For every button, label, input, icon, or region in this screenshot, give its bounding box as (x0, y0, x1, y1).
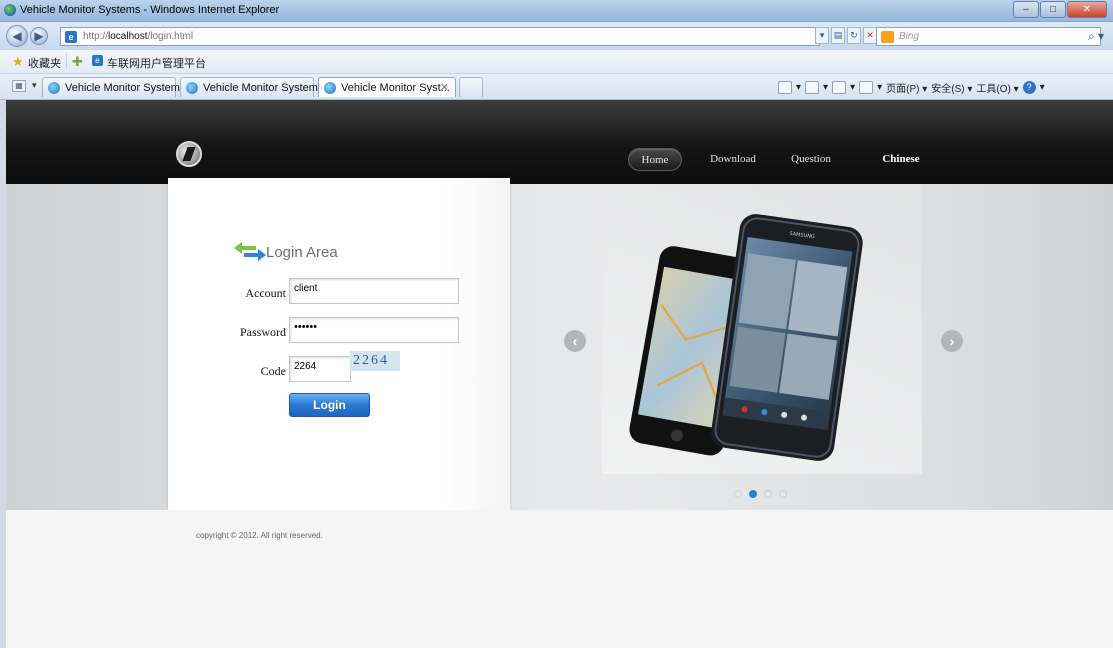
nav-chinese[interactable]: Chinese (866, 148, 936, 171)
slider-prev-button[interactable]: ‹ (564, 330, 586, 352)
password-input[interactable]: •••••• (289, 317, 459, 343)
address-tools: ▾ ▤ ↻ ✕ (815, 27, 877, 44)
search-box[interactable]: Bing (876, 27, 1101, 46)
account-input[interactable]: client (289, 278, 459, 304)
tab-ie-icon (186, 82, 198, 94)
search-input[interactable]: Bing (899, 31, 919, 42)
account-label: Account (245, 286, 286, 300)
tools-menu[interactable]: 工具(O) ▾ (976, 80, 1018, 95)
home-icon[interactable] (778, 81, 792, 94)
tab-2[interactable]: Vehicle Monitor Systems (180, 77, 323, 97)
window-titlebar: Vehicle Monitor Systems - Windows Intern… (0, 0, 1113, 22)
password-label: Password (239, 325, 286, 339)
login-title: Login Area (266, 244, 338, 261)
slider-dot[interactable] (779, 490, 787, 498)
window-controls: – □ ✕ (1012, 1, 1107, 19)
add-favorite-icon[interactable]: ✚ (72, 54, 83, 70)
slider-phones-image: SAMSUNG (602, 184, 922, 474)
new-tab-button[interactable] (459, 77, 483, 97)
feeds-icon[interactable] (805, 81, 820, 94)
slider-next-button[interactable]: › (941, 330, 963, 352)
slider-dot[interactable] (734, 490, 742, 498)
slider-dots (734, 490, 787, 498)
login-arrows-icon (234, 242, 266, 261)
mail-icon[interactable] (832, 81, 847, 94)
help-icon[interactable]: ? (1022, 81, 1036, 94)
tab-ie-icon (324, 82, 336, 94)
dropdown-icon[interactable]: ▾ (815, 27, 829, 44)
tab-3-active[interactable]: Vehicle Monitor Syst... ✕ (318, 77, 456, 97)
tab-close-icon[interactable]: ✕ (440, 81, 449, 94)
slider-dot[interactable] (764, 490, 772, 498)
login-panel: Login Area Account client Password •••••… (168, 178, 510, 510)
copyright-text: copyright © 2012. All right reserved. (196, 531, 323, 540)
close-button[interactable]: ✕ (1067, 1, 1107, 18)
quick-tabs-icon[interactable]: ▦ (12, 80, 26, 92)
address-bar[interactable]: e http://localhost/login.html (60, 27, 820, 46)
favorites-link[interactable]: 车联网用户管理平台 (107, 55, 206, 71)
page-menu[interactable]: 页面(P) ▾ (886, 80, 927, 95)
code-label: Code (260, 364, 286, 378)
site-header: Home Download Question Chinese (6, 100, 1113, 184)
maximize-button[interactable]: □ (1040, 1, 1066, 18)
divider (66, 53, 67, 69)
site-footer: copyright © 2012. All right reserved. (6, 510, 1113, 648)
favorites-button[interactable]: 收藏夹 (28, 55, 61, 71)
ie-icon (4, 4, 16, 16)
tab-ie-icon (48, 82, 60, 94)
print-icon[interactable] (859, 81, 874, 94)
captcha-image[interactable]: 2264 (350, 351, 400, 371)
minimize-button[interactable]: – (1013, 1, 1039, 18)
window-title: Vehicle Monitor Systems - Windows Intern… (20, 4, 280, 16)
refresh-icon[interactable]: ↻ (847, 27, 861, 44)
command-bar: ▾ ▾ ▾ ▾ 页面(P) ▾ 安全(S) ▾ 工具(O) ▾ ? ▾ (778, 80, 1045, 95)
site-logo-icon[interactable] (176, 141, 202, 167)
url-text[interactable]: http://localhost/login.html (83, 31, 193, 42)
favorites-star-icon: ★ (12, 54, 24, 69)
main-content: Login Area Account client Password •••••… (6, 178, 1113, 510)
safety-menu[interactable]: 安全(S) ▾ (931, 80, 972, 95)
address-row: ◀ ▶ e http://localhost/login.html ▾ ▤ ↻ … (0, 22, 1113, 50)
favorites-bar: ★ 收藏夹 ✚ e 车联网用户管理平台 (0, 50, 1113, 74)
forward-button[interactable]: ▶ (30, 27, 48, 45)
nav-question[interactable]: Question (780, 148, 842, 171)
back-button[interactable]: ◀ (6, 25, 28, 47)
page-icon: e (65, 31, 77, 43)
slider-dot-active[interactable] (749, 490, 757, 498)
tab-list-icon[interactable]: ▾ (32, 80, 37, 91)
search-icon[interactable]: ⌕ ▾ (1088, 29, 1104, 44)
code-input[interactable]: 2264 (289, 356, 351, 382)
web-page: Home Download Question Chinese Login Are… (0, 100, 1113, 648)
nav-download[interactable]: Download (702, 148, 764, 171)
site-icon: e (92, 55, 103, 66)
nav-home[interactable]: Home (628, 148, 682, 171)
bing-icon (881, 31, 894, 43)
tab-1[interactable]: Vehicle Monitor Systems (42, 77, 185, 97)
stop-icon[interactable]: ✕ (863, 27, 877, 44)
compat-view-icon[interactable]: ▤ (831, 27, 845, 44)
login-button[interactable]: Login (289, 393, 370, 417)
